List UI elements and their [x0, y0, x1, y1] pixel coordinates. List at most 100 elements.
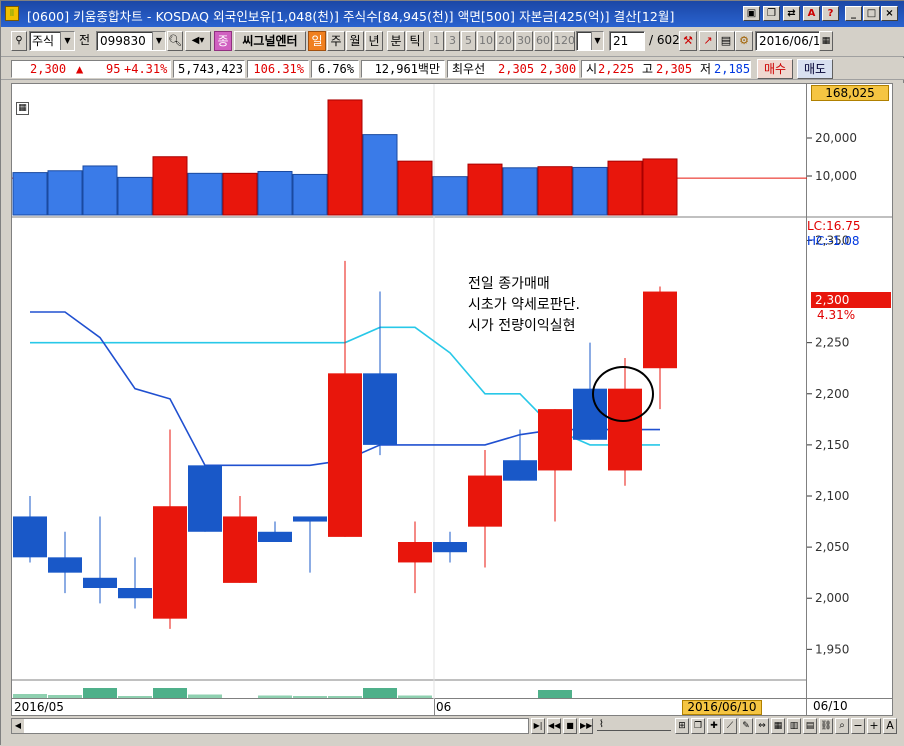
search-icon[interactable]: 🔍︎ [167, 31, 183, 51]
app-icon[interactable]: Ⅱ [5, 6, 19, 21]
cursor-date-badge: 2016/06/10 [682, 700, 762, 715]
interval-60[interactable]: 60 [534, 31, 552, 51]
volume-bar [432, 176, 468, 216]
screen-icon[interactable]: ▤ [717, 31, 735, 51]
help-icon[interactable]: ? [822, 6, 839, 21]
scroll-left-icon[interactable]: ◀ [12, 719, 24, 733]
sell-button[interactable]: 매도 [797, 59, 833, 79]
candle-body [188, 465, 222, 532]
interval-30[interactable]: 30 [515, 31, 533, 51]
zoom-in-icon[interactable]: + [867, 718, 881, 734]
chevron-down-icon[interactable]: ▼ [60, 32, 74, 50]
volume-bar [642, 158, 678, 216]
close-button[interactable]: × [881, 6, 898, 21]
window-icon[interactable]: ❐ [763, 6, 780, 21]
fast-forward-icon[interactable]: ▶▶ [579, 718, 593, 734]
chevron-down-icon[interactable]: ▼ [152, 32, 165, 50]
indicator-bar [153, 688, 187, 698]
trend-icon[interactable]: ↗ [699, 31, 717, 51]
font-icon[interactable]: A [883, 718, 897, 734]
volume-bar [82, 165, 118, 216]
step-forward-icon[interactable]: ▶| [531, 718, 545, 734]
high-label: 고 [642, 62, 654, 76]
candle-body [153, 506, 187, 619]
zoom-out-icon[interactable]: − [851, 718, 865, 734]
signal-badge[interactable]: 종 [214, 31, 232, 51]
stock-code-input[interactable]: 099830 ▼ [96, 31, 166, 51]
volume-bar [327, 99, 363, 216]
interval-select[interactable]: ▼ [576, 31, 604, 51]
stop-icon[interactable]: ■ [563, 718, 577, 734]
speaker-icon[interactable]: ◀▾ [185, 31, 211, 51]
ohl-cell: 시 2,225 고 2,305 저 2,185 [581, 60, 751, 78]
pin-icon[interactable]: ⚲ [11, 31, 27, 51]
interval-10[interactable]: 10 [477, 31, 495, 51]
eraser-icon[interactable]: ✎ [739, 718, 753, 734]
fit-icon[interactable]: ⇔ [755, 718, 769, 734]
minimize-button[interactable]: _ [845, 6, 862, 21]
tile-icon[interactable]: ▦ [771, 718, 785, 734]
market-select[interactable]: 주식 ▼ [29, 31, 75, 51]
panel-icon[interactable]: ▥ [787, 718, 801, 734]
price-tick-label: 2,150 [815, 438, 849, 452]
text-icon[interactable]: A [803, 6, 820, 21]
chart-plot-area[interactable]: ▦ 전일 종가매매 시초가 약세로판단. 시가 전량이익실현 ⊠ [11, 83, 884, 700]
buy-button[interactable]: 매수 [757, 59, 793, 79]
interval-120[interactable]: 120 [553, 31, 575, 51]
slider-thumb-icon[interactable]: ⌇ [599, 719, 604, 730]
price-tick-label: 2,250 [815, 336, 849, 350]
period-tick-button[interactable]: 틱 [406, 31, 424, 51]
up-arrow-icon: ▲ [76, 62, 84, 76]
layout-icon[interactable]: ▤ [803, 718, 817, 734]
period-week-button[interactable]: 주 [327, 31, 345, 51]
count-input[interactable]: 21 [609, 31, 645, 51]
zoom-icon[interactable]: ⌕ [835, 718, 849, 734]
volume-max-badge: 168,025 [811, 85, 889, 101]
prev-label[interactable]: 전 [79, 31, 95, 51]
chevron-down-icon[interactable]: ▼ [591, 32, 603, 50]
horizontal-scrollbar[interactable]: ◀ [11, 718, 529, 734]
lc-label: LC:16.75 [807, 219, 861, 233]
link-icon[interactable]: ⛓ [819, 718, 833, 734]
hc-label: HC:-1.08 [807, 234, 860, 248]
indicator-bar [538, 690, 572, 698]
price-change: 95 [106, 62, 121, 76]
interval-1[interactable]: 1 [429, 31, 444, 51]
candle-body [363, 373, 397, 445]
interval-3[interactable]: 3 [445, 31, 460, 51]
cross-icon[interactable]: ✚ [707, 718, 721, 734]
candle-body [48, 557, 82, 573]
price-tick-label: 2,050 [815, 540, 849, 554]
maximize-button[interactable]: □ [863, 6, 880, 21]
grid-toggle-icon[interactable]: ▦ [16, 102, 29, 115]
price-tick-label: 2,100 [815, 489, 849, 503]
chart-tools-icon[interactable]: ⚒ [679, 31, 697, 51]
speed-slider[interactable]: ⌇ [597, 719, 671, 731]
signal-center-button[interactable]: 씨그널엔터 [234, 31, 306, 51]
interval-5[interactable]: 5 [461, 31, 476, 51]
scale-svg: 20,00010,0002,3502,2502,2002,1502,1002,0… [807, 131, 893, 656]
copy-icon[interactable]: ❐ [691, 718, 705, 734]
current-price: 2,300 [30, 62, 67, 76]
zoom-box-icon[interactable]: ⊞ [675, 718, 689, 734]
chart-window: Ⅱ [0600] 키움종합차트 - KOSDAQ 외국인보유[1,048(천)]… [0, 0, 904, 746]
period-month-button[interactable]: 월 [346, 31, 364, 51]
candle-body [13, 516, 47, 558]
best-label: 최우선 [452, 62, 486, 76]
interval-20[interactable]: 20 [496, 31, 514, 51]
x-label-start: 2016/05 [14, 700, 64, 714]
indicator-bar [363, 688, 397, 698]
right-strip[interactable] [893, 83, 904, 699]
calendar-icon[interactable]: ▦ [819, 31, 833, 51]
volume-bar [152, 156, 188, 216]
period-day-button[interactable]: 일 [308, 31, 326, 51]
indicator-bar [328, 696, 362, 698]
rewind-icon[interactable]: ◀◀ [547, 718, 561, 734]
indicator-bar [83, 688, 117, 698]
trendline-icon[interactable]: ⟋ [723, 718, 737, 734]
period-minute-button[interactable]: 분 [387, 31, 405, 51]
gear-icon[interactable]: ⚙ [735, 31, 753, 51]
period-year-button[interactable]: 년 [365, 31, 383, 51]
link-icon[interactable]: ⇄ [783, 6, 800, 21]
layout-icon[interactable]: ▣ [743, 6, 760, 21]
